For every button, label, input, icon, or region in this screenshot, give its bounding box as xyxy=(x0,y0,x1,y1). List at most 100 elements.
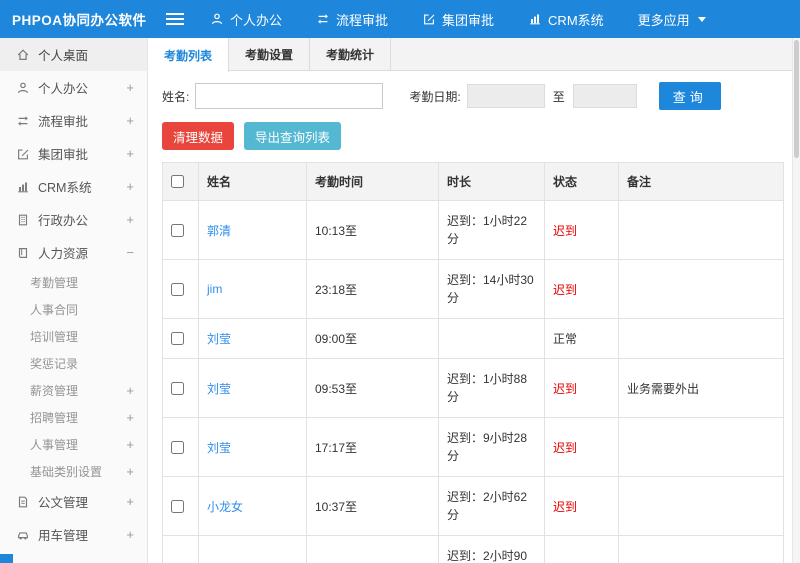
sidebar-subitem-label: 奖惩记录 xyxy=(30,357,79,371)
workflow-icon xyxy=(316,12,330,26)
name-filter-label: 姓名: xyxy=(162,89,190,104)
sidebar-subitem-salary-mgmt[interactable]: 薪资管理 + xyxy=(0,377,147,404)
sidebar-item-group-approval[interactable]: 集团审批 + xyxy=(0,137,147,170)
sidebar-subitem-hr-mgmt[interactable]: 人事管理 + xyxy=(0,431,147,458)
sidebar-subitem-label: 培训管理 xyxy=(30,330,79,344)
building-icon xyxy=(16,213,30,227)
topbar: PHPOA协同办公软件 个人办公 流程审批 集团审批 CRM系统 更多应用 xyxy=(0,0,800,38)
sidebar-subitem-base-category[interactable]: 基础类别设置 + xyxy=(0,458,147,485)
sidebar-subitem-label: 基础类别设置 xyxy=(30,465,103,479)
sidebar-subitem-label: 招聘管理 xyxy=(30,411,79,425)
sidebar-item-crm-system[interactable]: CRM系统 + xyxy=(0,170,147,203)
sidebar-item-personal-office[interactable]: 个人办公 + xyxy=(0,71,147,104)
attendance-table: 姓名 考勤时间 时长 状态 备注 郭清 10:13至 迟到：1小时22分 迟到 xyxy=(162,162,784,563)
scrollbar-thumb[interactable] xyxy=(794,40,799,158)
row-checkbox[interactable] xyxy=(171,332,184,345)
employee-name-link[interactable]: jim xyxy=(207,282,222,296)
employee-name-link[interactable]: 刘莹 xyxy=(207,441,231,455)
sidebar-subitem-label: 薪资管理 xyxy=(30,384,79,398)
row-checkbox[interactable] xyxy=(171,223,184,237)
select-all-checkbox[interactable] xyxy=(171,175,184,188)
sidebar-subitem-attendance-mgmt[interactable]: 考勤管理 xyxy=(0,269,147,296)
edit-icon xyxy=(16,147,30,161)
corner-accent xyxy=(0,554,13,563)
table-row: 小龙女 10:37至 迟到：2小时62分 迟到 xyxy=(162,476,784,536)
nav-label: CRM系统 xyxy=(548,12,604,28)
expand-icon: + xyxy=(126,437,134,452)
home-icon xyxy=(16,48,30,62)
nav-item-more-apps[interactable]: 更多应用 xyxy=(638,10,706,29)
app-logo[interactable]: PHPOA协同办公软件 xyxy=(0,0,148,38)
sidebar-item-label: 行政办公 xyxy=(38,214,89,228)
search-button[interactable]: 查询 xyxy=(658,82,721,110)
employee-name-link[interactable]: 刘莹 xyxy=(207,332,231,346)
nav-label: 集团审批 xyxy=(442,12,495,28)
clean-data-button[interactable]: 清理数据 xyxy=(162,122,235,150)
sidebar-item-human-resources[interactable]: 人力资源 − xyxy=(0,236,147,269)
edit-icon xyxy=(422,12,436,26)
nav-item-personal-office[interactable]: 个人办公 xyxy=(210,10,282,29)
nav-item-crm-system[interactable]: CRM系统 xyxy=(528,10,604,29)
row-checkbox[interactable] xyxy=(171,381,184,395)
col-header-duration: 时长 xyxy=(438,162,545,201)
sidebar-subitem-reward-punish[interactable]: 奖惩记录 xyxy=(0,350,147,377)
sidebar-subitem-training-mgmt[interactable]: 培训管理 xyxy=(0,323,147,350)
tab-attendance-stats[interactable]: 考勤统计 xyxy=(310,38,391,70)
sidebar-item-vehicle-mgmt[interactable]: 用车管理 + xyxy=(0,518,147,551)
status-badge: 迟到/早退 xyxy=(544,535,619,563)
collapse-icon: − xyxy=(126,245,134,260)
duration: 迟到：1小时22分 xyxy=(438,200,545,260)
sidebar-item-label: 个人桌面 xyxy=(38,49,89,63)
tab-attendance-list[interactable]: 考勤列表 xyxy=(148,38,229,72)
row-checkbox[interactable] xyxy=(171,282,184,296)
employee-name-link[interactable]: 郭清 xyxy=(207,224,231,238)
sidebar-item-label: 人力资源 xyxy=(38,247,89,261)
sidebar-item-workflow-approval[interactable]: 流程审批 + xyxy=(0,104,147,137)
nav-item-workflow-approval[interactable]: 流程审批 xyxy=(316,10,388,29)
name-filter-input[interactable] xyxy=(195,83,384,109)
remark: 业务需要外出 xyxy=(618,358,784,418)
action-bar: 清理数据 导出查询列表 xyxy=(148,119,800,162)
date-to-input[interactable] xyxy=(572,84,637,108)
book-icon xyxy=(16,246,30,260)
expand-icon: + xyxy=(126,383,134,398)
tab-attendance-settings[interactable]: 考勤设置 xyxy=(229,38,310,70)
vertical-scrollbar[interactable] xyxy=(792,38,800,563)
sidebar-item-label: 用车管理 xyxy=(38,529,89,543)
nav-label: 更多应用 xyxy=(637,12,690,28)
col-header-status: 状态 xyxy=(544,162,619,201)
remark: 1111 xyxy=(618,535,784,563)
user-icon xyxy=(210,12,224,26)
export-list-button[interactable]: 导出查询列表 xyxy=(244,122,342,150)
sidebar-subitem-hr-contract[interactable]: 人事合同 xyxy=(0,296,147,323)
employee-name-link[interactable]: 刘莹 xyxy=(207,382,231,396)
attendance-time: 23:18至 xyxy=(306,259,439,319)
sidebar-subitem-recruit-mgmt[interactable]: 招聘管理 + xyxy=(0,404,147,431)
table-row: 管理员 10:54至10:54 迟到：2小时90分 早退：7小时10分 迟到/早… xyxy=(162,535,784,563)
employee-name-link[interactable]: 小龙女 xyxy=(207,500,243,514)
menu-toggle-button[interactable] xyxy=(148,0,202,38)
expand-icon: + xyxy=(126,146,134,161)
sidebar-item-admin-office[interactable]: 行政办公 + xyxy=(0,203,147,236)
sidebar-item-label: CRM系统 xyxy=(38,181,92,195)
col-header-name: 姓名 xyxy=(198,162,307,201)
row-checkbox[interactable] xyxy=(171,440,184,454)
remark xyxy=(618,318,784,359)
sidebar-item-document-mgmt[interactable]: 公文管理 + xyxy=(0,485,147,518)
sidebar-item-personal-desktop[interactable]: 个人桌面 xyxy=(0,38,147,71)
table-row: 郭清 10:13至 迟到：1小时22分 迟到 xyxy=(162,200,784,260)
status-badge: 迟到 xyxy=(544,200,619,260)
car-icon xyxy=(16,528,30,542)
remark xyxy=(618,417,784,477)
top-nav: 个人办公 流程审批 集团审批 CRM系统 更多应用 xyxy=(210,0,706,38)
date-from-input[interactable] xyxy=(466,84,545,108)
expand-icon: + xyxy=(126,494,134,509)
table-header-row: 姓名 考勤时间 时长 状态 备注 xyxy=(162,162,784,201)
nav-item-group-approval[interactable]: 集团审批 xyxy=(422,10,494,29)
nav-label: 流程审批 xyxy=(336,12,389,28)
col-header-time: 考勤时间 xyxy=(306,162,439,201)
status-badge: 迟到 xyxy=(544,259,619,319)
row-checkbox[interactable] xyxy=(171,499,184,513)
sidebar: 个人桌面 个人办公 + 流程审批 + 集团审批 + CRM系统 + 行政办公 + xyxy=(0,38,148,563)
status-badge: 迟到 xyxy=(544,476,619,536)
